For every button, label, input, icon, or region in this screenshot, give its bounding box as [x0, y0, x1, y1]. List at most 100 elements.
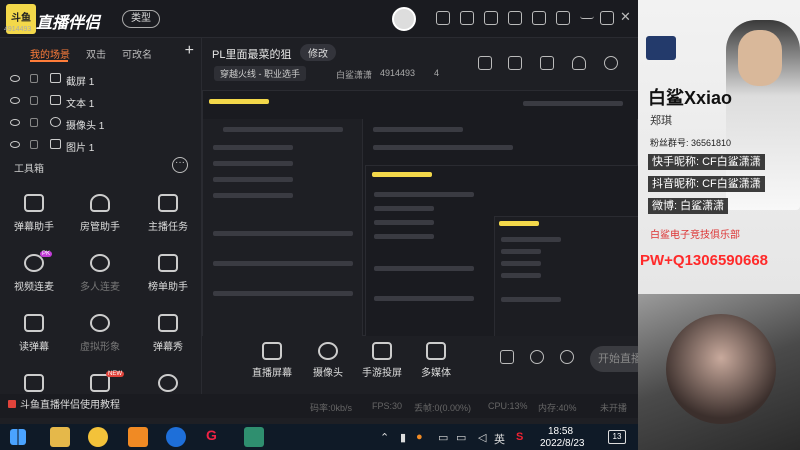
headset-icon[interactable] [436, 11, 450, 25]
read-danmaku-button[interactable]: 读弹幕 [4, 314, 64, 364]
video-link-button[interactable]: PK 视频连麦 [4, 251, 64, 304]
record-icon[interactable] [500, 350, 514, 364]
eye-icon[interactable] [10, 141, 20, 148]
eye-icon[interactable] [10, 119, 20, 126]
douyu-icon[interactable] [128, 427, 148, 447]
mail-icon[interactable] [460, 11, 474, 25]
webcam-feed [638, 294, 800, 450]
image-icon [50, 139, 61, 149]
avatar[interactable] [392, 7, 416, 31]
clock-time[interactable]: 18:58 [548, 426, 573, 437]
tool-label: 视频连麦 [14, 282, 54, 293]
preview-row [501, 237, 561, 242]
gear-icon[interactable] [560, 350, 574, 364]
lock-icon[interactable] [508, 56, 522, 70]
tab-rename[interactable]: 可改名 [122, 46, 152, 61]
add-scene-button[interactable]: + [185, 42, 194, 60]
share-icon[interactable] [604, 56, 618, 70]
streamer-task-button[interactable]: 主播任务 [138, 194, 198, 244]
sogou-icon[interactable]: S [516, 431, 523, 443]
preview-row [213, 161, 293, 166]
preview-row [213, 145, 293, 150]
windows-taskbar: G ⌃ ▮ ● ▭ ▭ ◁ 英 S 18:58 2022/8/23 13 [0, 424, 638, 450]
rank-assistant-button[interactable]: 榜单助手 [138, 254, 198, 304]
scene-item-screenshot[interactable]: 截屏 1 [10, 70, 200, 90]
room-manager-button[interactable]: 房管助手 [70, 194, 130, 244]
scene-item-label: 图片 1 [66, 143, 95, 154]
tool-label: 主播任务 [148, 222, 188, 233]
minimize-icon[interactable] [580, 11, 594, 19]
eye-icon[interactable] [10, 75, 20, 82]
close-icon[interactable]: ✕ [620, 10, 634, 25]
danmaku-assistant-button[interactable]: 弹幕助手 [4, 194, 64, 244]
app-tray-icon[interactable]: ● [416, 431, 423, 443]
control-bar: 直播屏幕 摄像头 手游投屏 多媒体 开始直播 [202, 336, 650, 394]
bell-icon[interactable] [572, 56, 586, 70]
tab-my-scene[interactable]: 我的场景 [30, 46, 70, 61]
screen-icon[interactable]: ▭ [438, 431, 448, 444]
chevron-up-icon[interactable]: ⌃ [380, 431, 389, 444]
windows-start-icon[interactable] [10, 429, 26, 445]
tab-double-click[interactable]: 双击 [86, 46, 106, 61]
k-icon[interactable] [166, 427, 186, 447]
camera-button[interactable]: 摄像头 [300, 342, 356, 379]
room-id: 4914493 [380, 68, 416, 78]
g-icon[interactable]: G [206, 427, 226, 447]
screen-capture-button[interactable]: 直播屏幕 [244, 342, 300, 379]
explorer-icon[interactable] [50, 427, 70, 447]
maximize-icon[interactable] [600, 11, 614, 25]
clock-date[interactable]: 2022/8/23 [540, 438, 585, 449]
virtual-avatar-button[interactable]: 虚拟形象 [70, 314, 130, 364]
app-icon[interactable] [88, 427, 108, 447]
tool-label: 虚拟形象 [80, 342, 120, 353]
network-icon[interactable]: ▭ [456, 431, 466, 444]
type-button[interactable]: 类型 [122, 10, 160, 28]
manager-icon [90, 194, 110, 212]
layout-icon[interactable] [540, 56, 554, 70]
crop-icon [50, 73, 61, 83]
multimedia-button[interactable]: 多媒体 [408, 342, 464, 379]
modify-button[interactable]: 修改 [300, 44, 336, 61]
preview-sidebar [203, 119, 363, 337]
help-label: 斗鱼直播伴侣使用教程 [20, 400, 120, 411]
preview-row [213, 291, 353, 296]
scene-item-camera[interactable]: 摄像头 1 [10, 114, 200, 134]
preview-topbar [203, 91, 639, 119]
scene-item-image[interactable]: 图片 1 [10, 136, 200, 156]
preview-row [374, 220, 434, 225]
tool-icon [24, 374, 44, 392]
stream-preview[interactable] [202, 90, 640, 338]
scene-tabs: 我的场景 双击 可改名 + [0, 42, 202, 62]
gift-icon[interactable] [478, 56, 492, 70]
preview-row [374, 192, 474, 197]
settings-icon[interactable] [508, 11, 522, 25]
stream-title: PL里面最菜的狙 [212, 49, 292, 61]
volume-icon[interactable]: ◁ [478, 431, 486, 444]
preview-nested-inner [494, 216, 640, 338]
message-icon[interactable] [484, 11, 498, 25]
more-icon[interactable]: ··· [172, 157, 188, 173]
lock-icon[interactable] [30, 118, 38, 127]
help-link[interactable]: 斗鱼直播伴侣使用教程 [0, 394, 202, 418]
notification-icon[interactable]: 13 [608, 430, 626, 444]
eye-icon[interactable] [10, 97, 20, 104]
logo-sub: 4914493 [4, 26, 32, 33]
menu-icon[interactable] [556, 11, 570, 25]
main-area: PL里面最菜的狙 修改 穿越火线 - 职业选手 白鲨潇潇 4914493 4 直… [202, 38, 650, 394]
lock-icon[interactable] [30, 140, 38, 149]
window-icon[interactable] [244, 427, 264, 447]
mobile-cast-button[interactable]: 手游投屏 [354, 342, 410, 379]
eye-icon[interactable] [530, 350, 544, 364]
danmaku-show-button[interactable]: 弹幕秀 [138, 314, 198, 364]
ime-indicator[interactable]: 英 [494, 431, 505, 447]
task-icon [158, 194, 178, 212]
media-icon [426, 342, 446, 360]
mic-icon[interactable]: ▮ [400, 431, 406, 444]
skin-icon[interactable] [532, 11, 546, 25]
multi-link-button[interactable]: 多人连麦 [70, 254, 130, 304]
lock-icon[interactable] [30, 96, 38, 105]
category-tag[interactable]: 穿越火线 - 职业选手 [214, 66, 306, 81]
download-icon [90, 254, 110, 272]
scene-item-text[interactable]: 文本 1 [10, 92, 200, 112]
lock-icon[interactable] [30, 74, 38, 83]
